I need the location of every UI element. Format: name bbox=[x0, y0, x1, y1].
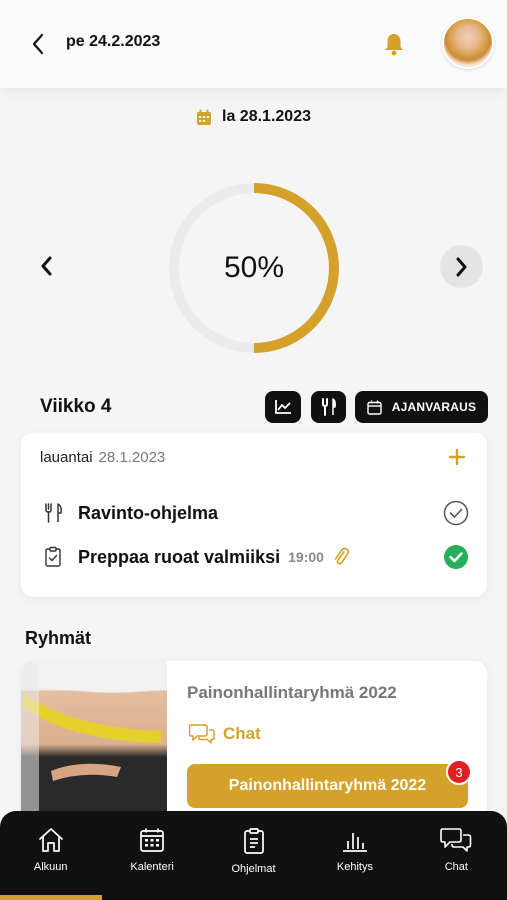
progress-chart-button[interactable] bbox=[265, 391, 301, 423]
check-circle-outline-icon bbox=[443, 500, 469, 526]
task-checkbox[interactable] bbox=[442, 543, 470, 571]
top-bar: pe 24.2.2023 bbox=[0, 0, 507, 88]
day-weekday: lauantai bbox=[40, 449, 93, 466]
week-title: Viikko 4 bbox=[40, 396, 112, 417]
nav-label: Kehitys bbox=[336, 861, 373, 873]
nav-item-home[interactable]: Alkuun bbox=[0, 811, 102, 900]
previous-day-button[interactable] bbox=[26, 246, 66, 286]
nav-item-programs[interactable]: Ohjelmat bbox=[203, 811, 304, 900]
clipboard-icon bbox=[243, 828, 264, 854]
notifications-button[interactable] bbox=[380, 30, 408, 58]
group-chat-label: Chat bbox=[223, 724, 261, 743]
clipboard-icon bbox=[40, 544, 66, 570]
chevron-right-icon bbox=[456, 257, 466, 276]
day-heading: lauantai 28.1.2023 bbox=[40, 449, 165, 466]
day-card: lauantai 28.1.2023 Ravinto-ohjelma Prepp… bbox=[21, 433, 487, 597]
nutrition-button[interactable] bbox=[311, 391, 346, 423]
nav-item-chat[interactable]: Chat bbox=[406, 811, 507, 900]
group-image bbox=[21, 661, 167, 821]
task-title: Preppaa ruoat valmiiksi bbox=[78, 546, 281, 567]
group-chat-link[interactable]: Chat bbox=[189, 723, 261, 745]
calendar-icon bbox=[140, 828, 164, 852]
chevron-left-icon bbox=[41, 256, 52, 276]
group-name: Painonhallintaryhmä 2022 bbox=[187, 683, 397, 702]
bell-icon bbox=[385, 34, 403, 56]
nav-label: Alkuun bbox=[33, 861, 68, 873]
booking-button[interactable]: AJANVARAUS bbox=[355, 391, 488, 423]
day-date: 28.1.2023 bbox=[98, 449, 166, 466]
add-task-button[interactable] bbox=[445, 445, 469, 469]
utensils-icon bbox=[321, 398, 336, 416]
nav-label: Chat bbox=[444, 861, 468, 873]
home-icon bbox=[38, 828, 63, 852]
progress-ring: 50% bbox=[166, 180, 342, 356]
active-tab-indicator bbox=[0, 895, 102, 900]
chat-icon bbox=[189, 724, 215, 744]
task-checkbox[interactable] bbox=[442, 499, 470, 527]
selected-date: la 28.1.2023 bbox=[222, 108, 311, 125]
bar-chart-icon bbox=[342, 833, 367, 852]
task-title: Ravinto-ohjelma bbox=[78, 502, 219, 523]
bottom-nav: Alkuun Kalenteri Ohjelmat Kehitys Chat bbox=[0, 811, 507, 900]
nav-label: Kalenteri bbox=[130, 861, 174, 873]
plus-icon bbox=[449, 449, 465, 465]
chat-icon bbox=[440, 828, 472, 852]
utensils-icon bbox=[40, 500, 66, 526]
paperclip-icon[interactable] bbox=[332, 547, 350, 567]
calendar-icon bbox=[367, 400, 382, 415]
nav-item-progress[interactable]: Kehitys bbox=[304, 811, 405, 900]
group-card: Painonhallintaryhmä 2022 Chat Painonhall… bbox=[21, 661, 487, 821]
nav-item-calendar[interactable]: Kalenteri bbox=[101, 811, 202, 900]
progress-label: 50% bbox=[223, 251, 285, 284]
back-button[interactable] bbox=[24, 30, 52, 58]
next-day-button[interactable] bbox=[440, 245, 483, 288]
task-item[interactable]: Ravinto-ohjelma bbox=[40, 499, 470, 527]
groups-title: Ryhmät bbox=[25, 628, 92, 648]
booking-label: AJANVARAUS bbox=[391, 400, 477, 414]
notification-badge: 3 bbox=[446, 759, 472, 785]
avatar[interactable] bbox=[442, 17, 494, 69]
check-circle-filled-icon bbox=[444, 545, 468, 569]
line-chart-icon bbox=[275, 400, 291, 414]
calendar-icon bbox=[197, 109, 212, 125]
selected-date-row[interactable]: la 28.1.2023 bbox=[0, 108, 507, 126]
task-item[interactable]: Preppaa ruoat valmiiksi 19:00 bbox=[40, 543, 470, 571]
nav-label: Ohjelmat bbox=[231, 863, 276, 875]
open-group-button[interactable]: Painonhallintaryhmä 2022 bbox=[187, 764, 468, 808]
chevron-left-icon bbox=[32, 33, 44, 55]
task-time: 19:00 bbox=[288, 549, 324, 565]
header-date: pe 24.2.2023 bbox=[66, 33, 161, 50]
